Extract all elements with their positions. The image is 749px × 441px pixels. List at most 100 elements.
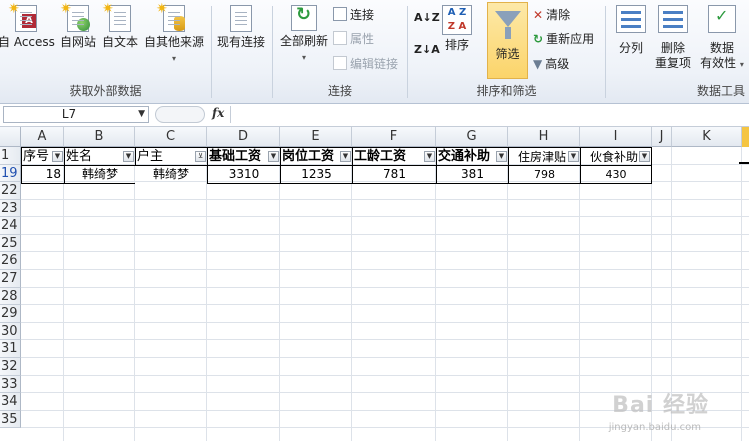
header-cell[interactable]: 伙食补助 ▼ (580, 147, 652, 166)
gridline (351, 147, 352, 441)
sort-ascending-button[interactable]: A↓Z (414, 12, 440, 23)
clear-filter-button[interactable]: ✕ 清除 (533, 7, 570, 23)
data-cell[interactable]: 韩绮梦 (135, 166, 207, 184)
insert-function-icon[interactable]: fx (212, 106, 224, 120)
group-connections: 全部刷新 ▾ 连接 属性 编辑链接 连接 (273, 0, 407, 103)
filter-dropdown-icon[interactable]: ▼ (52, 151, 63, 162)
sort-za-icon: Z↓A (414, 43, 440, 56)
chevron-down-icon: ▾ (171, 54, 176, 63)
row-header[interactable]: 22 (0, 182, 21, 200)
row-header[interactable]: 34 (0, 393, 21, 411)
reapply-button[interactable]: ↻ 重新应用 (533, 31, 594, 47)
sort-button[interactable]: A ZZ A 排序 (440, 5, 474, 53)
advanced-filter-icon: ▼ (533, 57, 543, 71)
remove-duplicates-button[interactable]: 删除 重复项 (652, 5, 694, 71)
column-header-a[interactable]: A (21, 127, 64, 147)
chevron-down-icon[interactable]: ▼ (138, 107, 145, 122)
watermark-logo: Bai 经验 (612, 393, 709, 418)
filter-dropdown-icon[interactable]: ▼ (496, 151, 507, 162)
row-header[interactable]: 1 (0, 147, 21, 165)
row-header[interactable]: 25 (0, 234, 21, 253)
row-header[interactable]: 29 (0, 305, 21, 323)
gridline (21, 321, 749, 323)
column-header-j[interactable]: J (652, 127, 672, 147)
advanced-filter-button[interactable]: ▼ 高级 (533, 56, 569, 72)
row-header[interactable]: 23 (0, 199, 21, 218)
filter-dropdown-icon[interactable]: ▼ (424, 151, 435, 162)
worksheet-grid[interactable]: ABCDEFGHIJK 1 19 22 23 24 25 26 27 28 29 30 31 32 33 3… (0, 127, 749, 441)
funnel-icon (494, 11, 521, 27)
data-cell[interactable]: 430 (580, 166, 652, 184)
properties-icon (333, 31, 347, 45)
gridline (21, 269, 749, 270)
column-header-b[interactable]: B (64, 127, 135, 147)
text-to-columns-button[interactable]: 分列 (614, 5, 648, 56)
link-icon (333, 56, 347, 70)
header-cell[interactable]: 基础工资 ▼ (207, 147, 280, 166)
row-header[interactable]: 19 (0, 165, 21, 182)
group-label-data-tools: 数据工具 (696, 84, 745, 98)
filter-dropdown-icon[interactable]: ▼ (639, 151, 650, 162)
filter-dropdown-icon[interactable]: ▼ (340, 151, 351, 162)
row-header[interactable]: 30 (0, 322, 21, 341)
header-cell[interactable]: 工龄工资 ▼ (352, 147, 436, 166)
row-header[interactable]: 26 (0, 252, 21, 270)
from-access-button[interactable]: ✷ A 自 Access (0, 2, 55, 50)
filter-dropdown-icon[interactable]: ▼ (268, 151, 279, 162)
gridline (579, 147, 580, 441)
data-cell[interactable]: 韩绮梦 (64, 166, 135, 184)
sort-descending-button[interactable]: Z↓A (414, 44, 440, 55)
select-all-corner[interactable] (0, 127, 21, 147)
data-cell[interactable]: 18 (21, 166, 64, 184)
header-cell[interactable]: 岗位工资 ▼ (280, 147, 352, 166)
formula-input[interactable] (230, 106, 749, 123)
filter-dropdown-icon[interactable]: ▼ (123, 151, 134, 162)
header-cell[interactable]: 住房津贴 ▼ (508, 147, 580, 166)
data-cell[interactable]: 3310 (207, 166, 280, 184)
row-header[interactable]: 32 (0, 358, 21, 376)
header-cell[interactable]: 交通补助 ▼ (436, 147, 508, 166)
row-header[interactable]: 35 (0, 410, 21, 429)
data-validation-button[interactable]: 数据 有效性 ▾ (698, 5, 746, 72)
row-header[interactable]: 27 (0, 270, 21, 288)
gridline (435, 147, 436, 441)
from-text-button[interactable]: ✷ 自文本 (100, 2, 140, 50)
data-cell[interactable]: 798 (508, 166, 580, 184)
row-header[interactable]: 28 (0, 287, 21, 306)
data-cell[interactable]: 781 (352, 166, 436, 184)
filter-button[interactable]: 筛选 (487, 2, 528, 79)
row-header[interactable]: 33 (0, 375, 21, 394)
column-header-h[interactable]: H (508, 127, 580, 147)
row-header[interactable]: 24 (0, 217, 21, 235)
column-header-e[interactable]: E (280, 127, 352, 147)
data-cell[interactable]: 1235 (280, 166, 352, 184)
column-header-k[interactable]: K (672, 127, 742, 147)
formula-bar-controls[interactable] (155, 106, 205, 123)
column-header-d[interactable]: D (207, 127, 280, 147)
row-header[interactable]: 31 (0, 340, 21, 358)
connections-icon (333, 7, 347, 21)
header-cell[interactable]: 姓名 ▼ (64, 147, 135, 166)
column-header-c[interactable]: C (135, 127, 207, 147)
refresh-all-button[interactable]: 全部刷新 ▾ (275, 5, 333, 65)
existing-connections-button[interactable]: 现有连接 (214, 5, 268, 50)
column-header-g[interactable]: G (436, 127, 508, 147)
ribbon: ✷ A 自 Access ✷ 自网站 ✷ 自文本 ✷ 自其他来源 ▾ 获取外部数据… (0, 0, 749, 104)
text-to-columns-icon (616, 5, 646, 33)
column-header-f[interactable]: F (352, 127, 436, 147)
column-header-i[interactable]: I (580, 127, 652, 147)
filter-active-icon[interactable]: ⊻ (195, 151, 206, 162)
cell-cursor-mark (739, 162, 749, 164)
header-cell[interactable]: 序号 ▼ (21, 147, 64, 166)
header-cell[interactable]: 户主 ⊻ (135, 147, 207, 166)
data-cell[interactable]: 381 (436, 166, 508, 184)
web-icon: ✷ (60, 2, 90, 32)
filter-dropdown-icon[interactable]: ▼ (568, 151, 579, 162)
connections-button[interactable]: 连接 (333, 7, 374, 23)
properties-button[interactable]: 属性 (333, 31, 374, 47)
text-file-icon: ✷ (102, 2, 131, 32)
from-other-sources-button[interactable]: ✷ 自其他来源 ▾ (143, 2, 205, 66)
name-box[interactable]: L7 ▼ (3, 106, 149, 123)
from-web-button[interactable]: ✷ 自网站 (58, 2, 98, 50)
edit-links-button[interactable]: 编辑链接 (333, 56, 398, 72)
